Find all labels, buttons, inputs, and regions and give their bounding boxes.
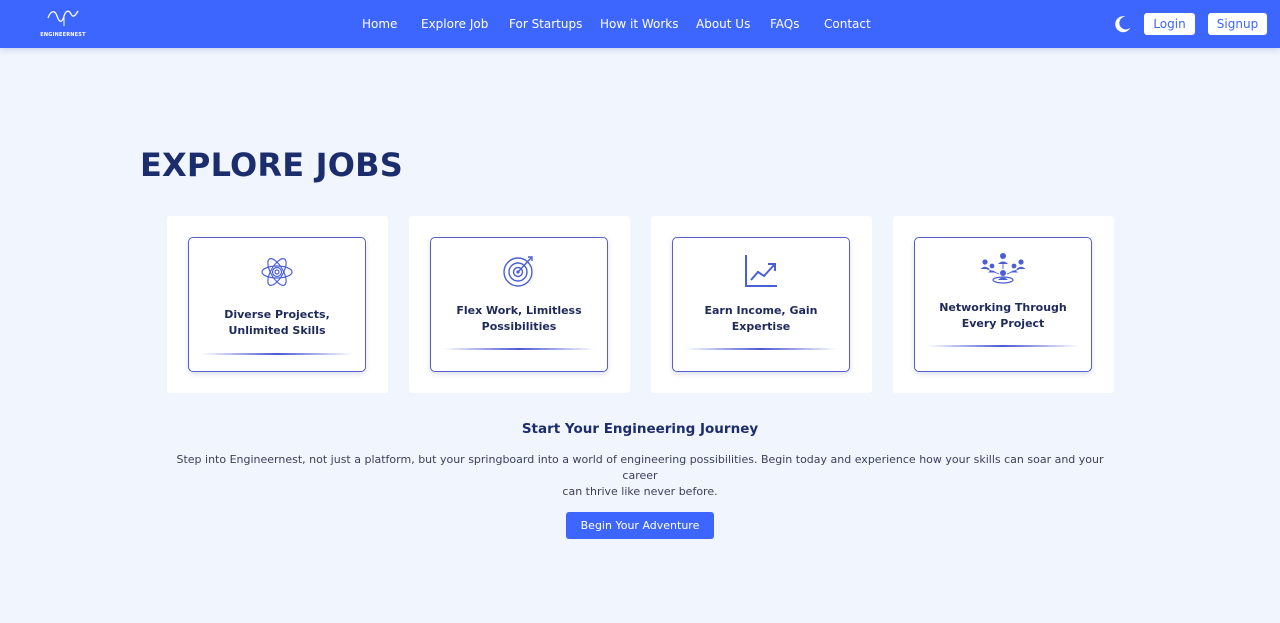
journey-heading: Start Your Engineering Journey: [521, 421, 759, 437]
feature-card: Earn Income, Gain Expertise: [651, 216, 872, 393]
atom-icon: [189, 254, 365, 294]
feature-card-box: Diverse Projects, Unlimited Skills: [188, 237, 366, 372]
card-divider: [443, 348, 595, 350]
nav-for-startups[interactable]: For Startups: [509, 16, 582, 32]
feature-card-box: Earn Income, Gain Expertise: [672, 237, 850, 372]
growth-chart-icon: [673, 253, 849, 293]
journey-text: Step into Engineernest, not just a platf…: [160, 452, 1120, 500]
navbar: ENGINEERNEST Home Explore Job For Startu…: [0, 0, 1280, 48]
network-icon: [915, 252, 1091, 288]
feature-card-text-line2: Every Project: [961, 317, 1045, 330]
feature-card-box: Flex Work, Limitless Possibilities: [430, 237, 608, 372]
nav-contact[interactable]: Contact: [824, 16, 871, 32]
logo-wave-icon: [47, 10, 79, 26]
feature-card: Networking Through Every Project: [893, 216, 1114, 393]
feature-card-text-line2: Expertise: [731, 320, 791, 333]
login-button[interactable]: Login: [1144, 13, 1195, 35]
feature-card-text-line1: Diverse Projects,: [224, 308, 330, 321]
page-title: EXPLORE JOBS: [140, 146, 404, 184]
card-divider: [685, 348, 837, 350]
nav-how-it-works[interactable]: How it Works: [600, 16, 679, 32]
feature-card: Diverse Projects, Unlimited Skills: [167, 216, 388, 393]
card-divider: [927, 345, 1079, 347]
target-icon: [431, 253, 607, 293]
feature-card-text-line1: Earn Income, Gain: [704, 304, 818, 317]
card-divider: [201, 353, 353, 355]
logo-text: ENGINEERNEST: [40, 32, 86, 38]
feature-card-box: Networking Through Every Project: [914, 237, 1092, 372]
feature-card-text-line2: Unlimited Skills: [228, 324, 326, 337]
feature-card-text-line1: Networking Through: [939, 301, 1067, 314]
moon-icon[interactable]: [1113, 14, 1133, 34]
nav-about-us[interactable]: About Us: [696, 16, 750, 32]
journey-text-line1: Step into Engineernest, not just a platf…: [176, 453, 1104, 482]
signup-button[interactable]: Signup: [1208, 13, 1267, 35]
nav-explore-job[interactable]: Explore Job: [421, 16, 488, 32]
logo[interactable]: ENGINEERNEST: [40, 8, 86, 40]
begin-adventure-button[interactable]: Begin Your Adventure: [566, 512, 714, 539]
nav-home[interactable]: Home: [362, 16, 397, 32]
nav-faqs[interactable]: FAQs: [770, 16, 800, 32]
feature-card-text-line1: Flex Work, Limitless: [456, 304, 582, 317]
feature-card: Flex Work, Limitless Possibilities: [409, 216, 630, 393]
journey-text-line2: can thrive like never before.: [562, 485, 718, 498]
feature-card-text-line2: Possibilities: [481, 320, 557, 333]
